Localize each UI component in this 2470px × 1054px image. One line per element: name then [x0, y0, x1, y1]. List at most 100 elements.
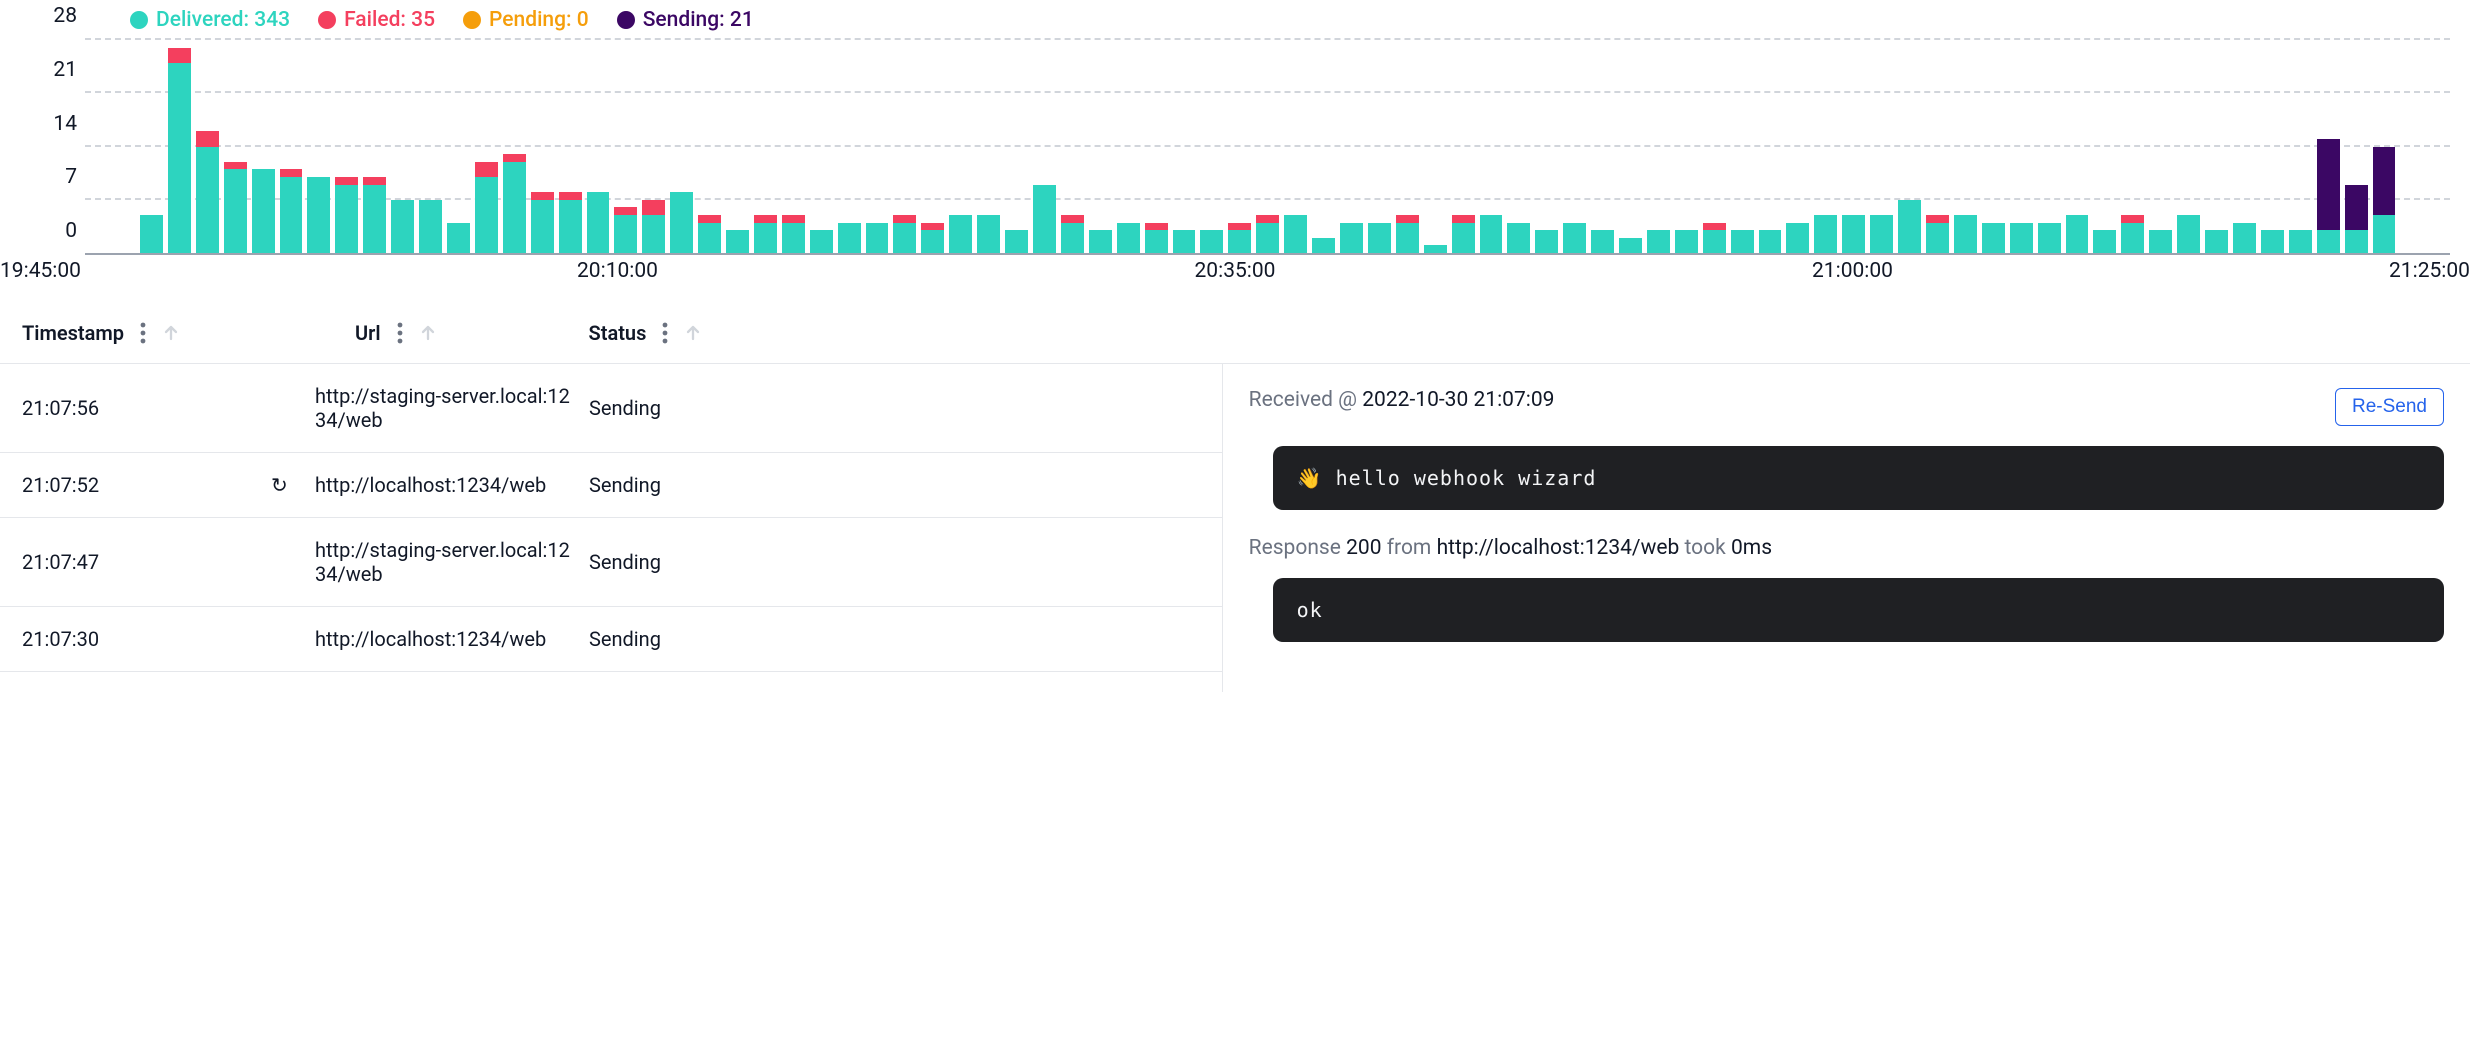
column-status[interactable]: Status [589, 321, 703, 345]
kebab-icon[interactable] [140, 322, 146, 344]
bar[interactable] [224, 40, 247, 253]
bar[interactable] [1452, 40, 1475, 253]
bar[interactable] [1117, 40, 1140, 253]
x-tick: 20:35:00 [1195, 259, 1276, 283]
bar[interactable] [1256, 40, 1279, 253]
column-timestamp[interactable]: Timestamp [22, 321, 180, 345]
bar[interactable] [335, 40, 358, 253]
bar[interactable] [670, 40, 693, 253]
legend-item-pending[interactable]: Pending: 0 [463, 8, 589, 32]
bar[interactable] [2121, 40, 2144, 253]
bar[interactable] [2010, 40, 2033, 253]
bar[interactable] [307, 40, 330, 253]
bar[interactable] [2149, 40, 2172, 253]
bar[interactable] [2261, 40, 2284, 253]
table-row[interactable]: 21:07:52↻http://localhost:1234/webSendin… [0, 453, 1222, 518]
bar[interactable] [531, 40, 554, 253]
bar[interactable] [1340, 40, 1363, 253]
bar[interactable] [2345, 40, 2368, 253]
bar[interactable] [2317, 40, 2340, 253]
bar[interactable] [642, 40, 665, 253]
bar[interactable] [1535, 40, 1558, 253]
bar[interactable] [168, 40, 191, 253]
bar[interactable] [1145, 40, 1168, 253]
legend-item-sending[interactable]: Sending: 21 [617, 8, 754, 32]
bar[interactable] [1033, 40, 1056, 253]
legend-item-delivered[interactable]: Delivered: 343 [130, 8, 290, 32]
bar[interactable] [754, 40, 777, 253]
resend-button[interactable]: Re-Send [2335, 388, 2444, 426]
bar[interactable] [2373, 40, 2396, 253]
bar[interactable] [1842, 40, 1865, 253]
column-url[interactable]: Url [355, 321, 437, 345]
sort-arrow-icon[interactable] [162, 324, 180, 342]
bar[interactable] [1954, 40, 1977, 253]
bar[interactable] [1703, 40, 1726, 253]
bar[interactable] [447, 40, 470, 253]
bar[interactable] [2066, 40, 2089, 253]
bar[interactable] [1870, 40, 1893, 253]
bar[interactable] [252, 40, 275, 253]
bar[interactable] [893, 40, 916, 253]
bar[interactable] [391, 40, 414, 253]
bar[interactable] [1284, 40, 1307, 253]
bar[interactable] [1591, 40, 1614, 253]
bar[interactable] [1200, 40, 1223, 253]
bar[interactable] [1089, 40, 1112, 253]
bar[interactable] [782, 40, 805, 253]
bar[interactable] [2289, 40, 2312, 253]
bar[interactable] [2233, 40, 2256, 253]
bar[interactable] [698, 40, 721, 253]
table-row[interactable]: 21:07:30http://localhost:1234/webSending [0, 607, 1222, 672]
bar[interactable] [866, 40, 889, 253]
bar[interactable] [1898, 40, 1921, 253]
bar[interactable] [1312, 40, 1335, 253]
bar[interactable] [1228, 40, 1251, 253]
bar[interactable] [1396, 40, 1419, 253]
bar[interactable] [1814, 40, 1837, 253]
bar[interactable] [1563, 40, 1586, 253]
bar[interactable] [196, 40, 219, 253]
bar[interactable] [2093, 40, 2116, 253]
table-row[interactable]: 21:07:56http://staging-server.local:1234… [0, 364, 1222, 453]
sort-arrow-icon[interactable] [684, 324, 702, 342]
bar[interactable] [726, 40, 749, 253]
bar[interactable] [949, 40, 972, 253]
bar[interactable] [838, 40, 861, 253]
bar[interactable] [1507, 40, 1530, 253]
bar[interactable] [2177, 40, 2200, 253]
bar[interactable] [1061, 40, 1084, 253]
bar[interactable] [475, 40, 498, 253]
table-row[interactable]: 21:07:47http://staging-server.local:1234… [0, 518, 1222, 607]
bar[interactable] [2205, 40, 2228, 253]
bar[interactable] [1480, 40, 1503, 253]
bar[interactable] [921, 40, 944, 253]
bar[interactable] [1173, 40, 1196, 253]
bar[interactable] [810, 40, 833, 253]
bar[interactable] [503, 40, 526, 253]
legend-item-failed[interactable]: Failed: 35 [318, 8, 435, 32]
bar[interactable] [419, 40, 442, 253]
bar[interactable] [140, 40, 163, 253]
bar[interactable] [559, 40, 582, 253]
bar[interactable] [1619, 40, 1642, 253]
bar[interactable] [1982, 40, 2005, 253]
bar[interactable] [1424, 40, 1447, 253]
bar[interactable] [1368, 40, 1391, 253]
bar[interactable] [977, 40, 1000, 253]
sort-arrow-icon[interactable] [419, 324, 437, 342]
bar[interactable] [2038, 40, 2061, 253]
kebab-icon[interactable] [662, 322, 668, 344]
bar[interactable] [1786, 40, 1809, 253]
bar[interactable] [587, 40, 610, 253]
bar[interactable] [363, 40, 386, 253]
bar[interactable] [1647, 40, 1670, 253]
bar[interactable] [1675, 40, 1698, 253]
bar[interactable] [1759, 40, 1782, 253]
bar[interactable] [1005, 40, 1028, 253]
bar[interactable] [1731, 40, 1754, 253]
bar[interactable] [614, 40, 637, 253]
bar[interactable] [280, 40, 303, 253]
bar[interactable] [1926, 40, 1949, 253]
kebab-icon[interactable] [397, 322, 403, 344]
